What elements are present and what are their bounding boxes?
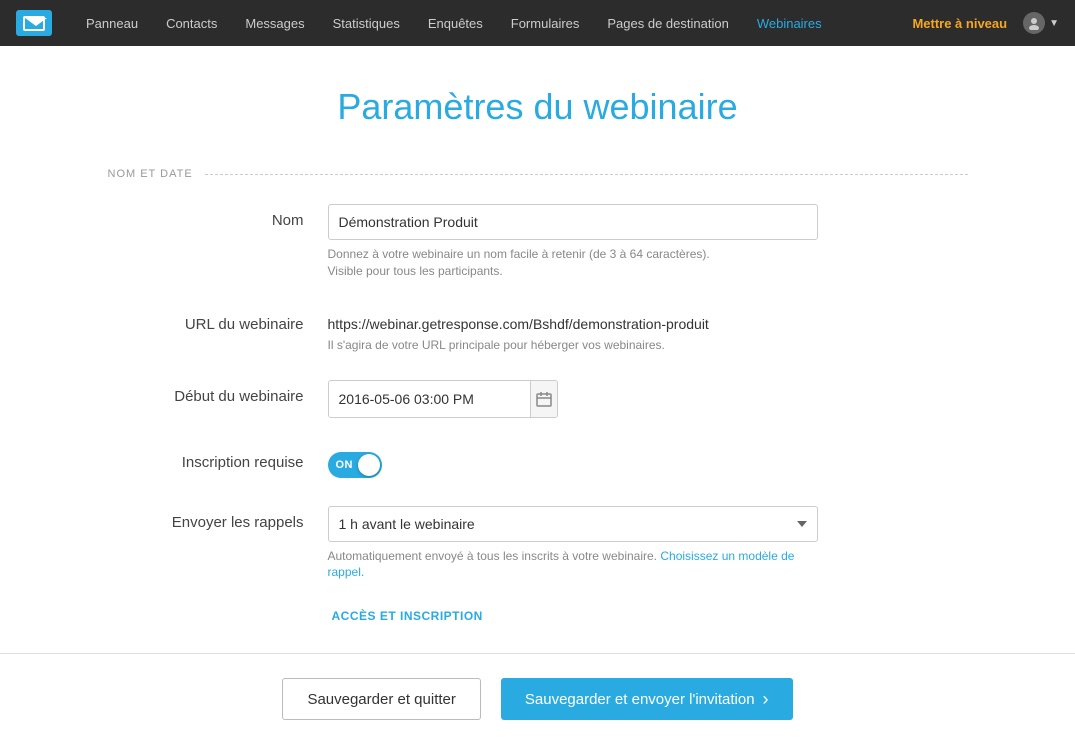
user-dropdown-icon: ▼ (1049, 18, 1059, 29)
inscription-field: ON (328, 446, 968, 478)
debut-label: Début du webinaire (128, 380, 328, 405)
calendar-icon[interactable] (530, 381, 557, 417)
nav-link-enquetes[interactable]: Enquêtes (414, 0, 497, 46)
upgrade-link[interactable]: Mettre à niveau (912, 16, 1007, 31)
nav-link-formulaires[interactable]: Formulaires (497, 0, 594, 46)
nom-field: Donnez à votre webinaire un nom facile à… (328, 204, 968, 280)
page-content: Paramètres du webinaire NOM ET DATE Nom … (88, 46, 988, 623)
save-quit-button[interactable]: Sauvegarder et quitter (282, 678, 480, 720)
debut-field (328, 380, 968, 418)
nav-link-messages[interactable]: Messages (231, 0, 318, 46)
rappels-field: 1 h avant le webinaire 2 h avant le webi… (328, 506, 968, 582)
nav-link-pages-destination[interactable]: Pages de destination (593, 0, 742, 46)
inscription-toggle[interactable]: ON (328, 452, 382, 478)
nom-hint-2: Visible pour tous les participants. (328, 264, 503, 278)
nav-link-webinaires[interactable]: Webinaires (743, 0, 836, 46)
debut-input[interactable] (329, 381, 530, 417)
url-value: https://webinar.getresponse.com/Bshdf/de… (328, 308, 968, 332)
nom-input[interactable] (328, 204, 818, 240)
user-menu[interactable]: ▼ (1023, 12, 1059, 34)
page-title: Paramètres du webinaire (108, 86, 968, 128)
date-field-wrap (328, 380, 558, 418)
rappels-hint-text: Automatiquement envoyé à tous les inscri… (328, 549, 658, 563)
toggle-knob (358, 454, 380, 476)
inscription-label: Inscription requise (128, 446, 328, 471)
navigation: Panneau Contacts Messages Statistiques E… (0, 0, 1075, 46)
save-send-label: Sauvegarder et envoyer l'invitation (525, 691, 755, 708)
url-label: URL du webinaire (128, 308, 328, 333)
arrow-right-icon: › (763, 689, 769, 710)
nom-label: Nom (128, 204, 328, 229)
url-field: https://webinar.getresponse.com/Bshdf/de… (328, 308, 968, 352)
form-row-nom: Nom Donnez à votre webinaire un nom faci… (108, 204, 968, 280)
form-row-debut: Début du webinaire (108, 380, 968, 418)
rappels-label: Envoyer les rappels (128, 506, 328, 531)
toggle-on-label: ON (336, 459, 354, 471)
form-row-rappels: Envoyer les rappels 1 h avant le webinai… (108, 506, 968, 582)
section-header-divider (205, 174, 968, 175)
logo-envelope-icon (23, 16, 45, 31)
section-nom-date-label: NOM ET DATE (108, 168, 193, 180)
toggle-wrap: ON (328, 446, 968, 478)
page-footer: Sauvegarder et quitter Sauvegarder et en… (0, 654, 1075, 744)
form-row-inscription: Inscription requise ON (108, 446, 968, 478)
rappels-hint: Automatiquement envoyé à tous les inscri… (328, 548, 818, 582)
url-hint: Il s'agira de votre URL principale pour … (328, 338, 968, 352)
form-row-url: URL du webinaire https://webinar.getresp… (108, 308, 968, 352)
nom-hint-1: Donnez à votre webinaire un nom facile à… (328, 247, 710, 261)
rappels-select[interactable]: 1 h avant le webinaire 2 h avant le webi… (328, 506, 818, 542)
nav-link-statistiques[interactable]: Statistiques (319, 0, 414, 46)
app-logo (16, 10, 52, 36)
user-avatar-icon (1023, 12, 1045, 34)
section-nom-date-header: NOM ET DATE (108, 168, 968, 180)
nav-links: Panneau Contacts Messages Statistiques E… (72, 0, 912, 46)
nav-link-panneau[interactable]: Panneau (72, 0, 152, 46)
acces-inscription-link[interactable]: ACCÈS ET INSCRIPTION (108, 609, 968, 623)
nom-hint: Donnez à votre webinaire un nom facile à… (328, 246, 818, 280)
nav-link-contacts[interactable]: Contacts (152, 0, 231, 46)
save-send-button[interactable]: Sauvegarder et envoyer l'invitation › (501, 678, 793, 720)
